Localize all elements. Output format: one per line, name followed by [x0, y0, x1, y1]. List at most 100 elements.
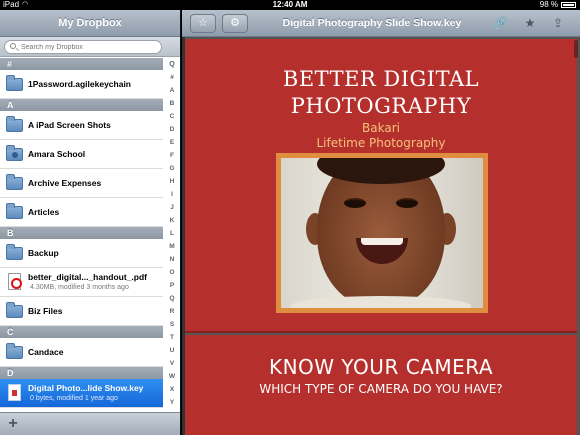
index-letter[interactable]: Q	[164, 292, 180, 305]
index-letter[interactable]: T	[164, 331, 180, 344]
section-header: #	[0, 58, 163, 70]
folder-icon	[6, 302, 23, 318]
index-letter[interactable]: G	[164, 162, 180, 175]
status-bar: iPad ◠ 12:40 AM 98 %	[0, 0, 580, 10]
scroll-indicator[interactable]	[574, 40, 578, 58]
index-letter[interactable]: H	[164, 175, 180, 188]
slide-2-title: KNOW YOUR CAMERA	[268, 355, 493, 379]
index-letter[interactable]: X	[164, 383, 180, 396]
child-photo	[281, 158, 483, 308]
shared-folder-icon	[6, 145, 23, 161]
folder-icon	[6, 203, 23, 219]
item-name: Candace	[28, 347, 64, 357]
index-letter[interactable]: A	[164, 84, 180, 97]
list-item[interactable]: Amara School	[0, 140, 163, 169]
sidebar-footer: +	[0, 412, 180, 435]
slide-2: KNOW YOUR CAMERA WHICH TYPE OF CAMERA DO…	[185, 335, 577, 435]
slide-2-subtitle: WHICH TYPE OF CAMERA DO YOU HAVE?	[259, 382, 503, 396]
index-letter[interactable]: V	[164, 357, 180, 370]
slide-title-line2: PHOTOGRAPHY	[290, 94, 472, 118]
item-name: better_digital..._handout_.pdf	[28, 272, 148, 282]
index-letter[interactable]: C	[164, 110, 180, 123]
slide-1: BETTER DIGITAL PHOTOGRAPHY Bakari Lifeti…	[185, 39, 577, 333]
index-letter[interactable]: U	[164, 344, 180, 357]
pdf-icon	[8, 273, 22, 290]
index-letter[interactable]: Q	[164, 58, 180, 71]
search-icon	[10, 43, 16, 49]
index-letter[interactable]: R	[164, 305, 180, 318]
file-list: # 1Password.agilekeychain A A iPad Scree…	[0, 58, 163, 408]
index-letter[interactable]: F	[164, 149, 180, 162]
sidebar: My Dropbox # 1Password.agilekeychain A A…	[0, 10, 181, 435]
item-name: Articles	[28, 207, 60, 217]
index-letter[interactable]: P	[164, 279, 180, 292]
slide-author: Bakari	[362, 121, 400, 135]
list-item[interactable]: Articles	[0, 198, 163, 227]
item-name: Biz Files	[28, 306, 63, 316]
list-item[interactable]: Biz Files	[0, 297, 163, 326]
index-letter[interactable]: N	[164, 253, 180, 266]
keynote-icon	[8, 384, 21, 401]
item-name: 1Password.agilekeychain	[28, 79, 131, 89]
slide-title-line1: BETTER DIGITAL	[282, 67, 480, 91]
index-letter[interactable]: Y	[164, 396, 180, 409]
slide-title: BETTER DIGITAL PHOTOGRAPHY	[185, 66, 577, 120]
index-letter[interactable]: #	[164, 71, 180, 84]
index-letter[interactable]: I	[164, 188, 180, 201]
folder-icon	[6, 244, 23, 260]
item-name: Amara School	[28, 149, 86, 159]
index-letter[interactable]: O	[164, 266, 180, 279]
folder-icon	[6, 174, 23, 190]
folder-icon	[6, 75, 23, 91]
add-button[interactable]: +	[4, 414, 22, 434]
slide-area[interactable]: BETTER DIGITAL PHOTOGRAPHY Bakari Lifeti…	[185, 37, 580, 435]
clock: 12:40 AM	[272, 0, 308, 9]
settings-button[interactable]: ⚙	[222, 14, 248, 33]
gear-icon: ⚙	[230, 17, 240, 29]
toolbar: ☆ ⚙ Digital Photography Slide Show.key 🔗…	[182, 10, 580, 37]
favorites-icon: ☆	[198, 17, 208, 29]
section-header: D	[0, 367, 163, 379]
link-icon[interactable]: 🔗	[492, 15, 508, 31]
sidebar-title: My Dropbox	[0, 10, 180, 37]
list-item[interactable]: Candace	[0, 338, 163, 367]
item-name: Digital Photo...lide Show.key	[28, 383, 144, 393]
photo-frame	[276, 153, 488, 313]
section-index[interactable]: Q # A B C D E F G H I J K L M N O P Q R …	[164, 58, 180, 406]
item-name: A iPad Screen Shots	[28, 120, 111, 130]
index-letter[interactable]: K	[164, 214, 180, 227]
index-letter[interactable]: L	[164, 227, 180, 240]
item-name: Backup	[28, 248, 59, 258]
favorites-button[interactable]: ☆	[190, 14, 216, 33]
index-letter[interactable]: M	[164, 240, 180, 253]
list-item[interactable]: 1Password.agilekeychain	[0, 70, 163, 99]
index-letter[interactable]: S	[164, 318, 180, 331]
folder-icon	[6, 343, 23, 359]
share-icon[interactable]: ⇪	[550, 15, 566, 31]
list-item[interactable]: Archive Expenses	[0, 169, 163, 198]
index-letter[interactable]: J	[164, 201, 180, 214]
section-header: B	[0, 227, 163, 239]
list-item-selected[interactable]: Digital Photo...lide Show.key 0 bytes, m…	[0, 379, 163, 408]
index-letter[interactable]: W	[164, 370, 180, 383]
battery-icon	[561, 2, 576, 8]
search-bar	[0, 37, 180, 57]
item-meta: 0 bytes, modified 1 year ago	[30, 395, 118, 402]
search-input[interactable]	[4, 40, 162, 54]
item-name: Archive Expenses	[28, 178, 102, 188]
list-item[interactable]: A iPad Screen Shots	[0, 111, 163, 140]
star-icon[interactable]: ★	[522, 15, 538, 31]
list-item[interactable]: better_digital..._handout_.pdf 4.30MB, m…	[0, 268, 163, 297]
document-title: Digital Photography Slide Show.key	[282, 17, 462, 29]
folder-icon	[6, 116, 23, 132]
item-meta: 4.30MB, modified 3 months ago	[30, 284, 129, 291]
battery-percent: 98 %	[539, 0, 558, 9]
section-header: A	[0, 99, 163, 111]
index-letter[interactable]: B	[164, 97, 180, 110]
slide-subtitle: Lifetime Photography	[316, 136, 446, 150]
document-viewer: ☆ ⚙ Digital Photography Slide Show.key 🔗…	[182, 10, 580, 435]
list-item[interactable]: Backup	[0, 239, 163, 268]
index-letter[interactable]: D	[164, 123, 180, 136]
index-letter[interactable]: E	[164, 136, 180, 149]
section-header: C	[0, 326, 163, 338]
